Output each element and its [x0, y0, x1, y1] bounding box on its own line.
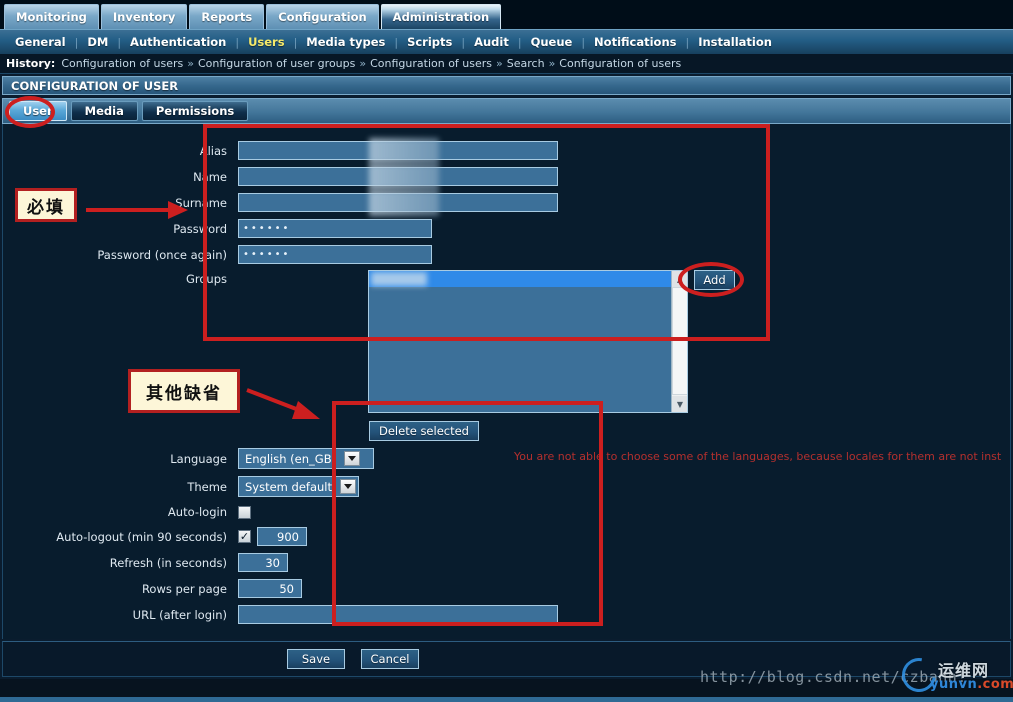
label-language: Language — [170, 451, 227, 466]
breadcrumb-item[interactable]: Search — [507, 57, 545, 70]
theme-select[interactable]: System default — [238, 476, 360, 497]
auto-logout-checkbox[interactable]: ✓ — [238, 530, 251, 543]
chevron-down-icon[interactable] — [340, 479, 357, 494]
watermark-logo-en-tld: com — [982, 677, 1013, 692]
password-again-input[interactable]: •••••• — [238, 245, 432, 264]
scrollbar-thumb[interactable] — [672, 287, 687, 395]
tab-bar: User Media Permissions — [2, 98, 1011, 124]
surname-input[interactable] — [238, 193, 558, 212]
label-auto-login: Auto-login — [167, 505, 227, 519]
cancel-button[interactable]: Cancel — [361, 649, 419, 669]
breadcrumb-item[interactable]: Configuration of users — [61, 57, 183, 70]
tab-permissions[interactable]: Permissions — [141, 101, 249, 121]
subnav-item-users[interactable]: Users — [239, 35, 294, 49]
alias-input[interactable] — [238, 141, 558, 160]
breadcrumb-item[interactable]: Configuration of users — [559, 57, 681, 70]
field-row-alias: Alias — [3, 141, 558, 160]
rows-per-page-input[interactable] — [238, 579, 302, 598]
breadcrumb-separator-icon: » — [359, 57, 367, 70]
nav-item-inventory[interactable]: Inventory — [100, 4, 188, 29]
subnav-item-dm[interactable]: DM — [78, 35, 117, 49]
breadcrumb: History: Configuration of users » Config… — [0, 54, 1013, 74]
label-refresh: Refresh (in seconds) — [109, 555, 227, 570]
subnav-item-queue[interactable]: Queue — [522, 35, 582, 49]
field-row-name: Name — [3, 167, 558, 186]
groups-listbox[interactable]: ▲ ▼ — [368, 270, 688, 413]
breadcrumb-item[interactable]: Configuration of users — [370, 57, 492, 70]
watermark-logo-en-main: yunvn — [930, 677, 978, 692]
subnav-item-notifications[interactable]: Notifications — [585, 35, 685, 49]
delete-selected-button[interactable]: Delete selected — [369, 421, 479, 441]
subnav-item-installation[interactable]: Installation — [689, 35, 781, 49]
app-window: Monitoring Inventory Reports Configurati… — [0, 0, 1013, 702]
field-row-theme: Theme System default — [3, 476, 360, 497]
page-title: CONFIGURATION OF USER — [2, 76, 1011, 95]
groups-scrollbar[interactable]: ▲ ▼ — [671, 271, 687, 412]
nav-item-configuration[interactable]: Configuration — [266, 4, 379, 29]
label-name: Name — [193, 169, 227, 184]
main-navigation: Monitoring Inventory Reports Configurati… — [0, 0, 1013, 29]
label-groups: Groups — [185, 272, 227, 286]
watermark-logo-en: yunvn.com — [930, 677, 1013, 692]
auto-logout-input[interactable] — [257, 527, 307, 546]
breadcrumb-separator-icon: » — [496, 57, 503, 70]
breadcrumb-label: History: — [6, 57, 56, 70]
label-password-again: Password (once again) — [97, 247, 227, 262]
subnav-item-media-types[interactable]: Media types — [297, 35, 394, 49]
subnav-item-general[interactable]: General — [6, 35, 75, 49]
add-group-button[interactable]: Add — [694, 270, 735, 290]
subnav-item-scripts[interactable]: Scripts — [398, 35, 461, 49]
scroll-up-icon[interactable]: ▲ — [672, 271, 687, 287]
save-button[interactable]: Save — [287, 649, 345, 669]
chevron-down-icon[interactable] — [344, 451, 361, 466]
label-password: Password — [173, 221, 227, 236]
refresh-input[interactable] — [238, 553, 288, 572]
label-alias: Alias — [199, 143, 227, 158]
tab-user[interactable]: User — [9, 101, 67, 121]
field-row-rows-per-page: Rows per page — [3, 579, 302, 598]
auto-login-checkbox[interactable] — [238, 505, 251, 519]
name-input[interactable] — [238, 167, 558, 186]
field-row-auto-login: Auto-login — [3, 505, 251, 519]
label-auto-logout: Auto-logout (min 90 seconds) — [56, 529, 227, 544]
breadcrumb-separator-icon: » — [187, 57, 194, 70]
nav-item-reports[interactable]: Reports — [189, 4, 265, 29]
field-row-refresh: Refresh (in seconds) — [3, 553, 288, 572]
label-rows-per-page: Rows per page — [141, 581, 227, 596]
field-row-surname: Surname — [3, 193, 558, 212]
field-row-groups: Groups — [3, 272, 238, 286]
breadcrumb-item[interactable]: Configuration of user groups — [198, 57, 355, 70]
groups-item-redaction-overlay — [371, 272, 427, 286]
scroll-down-icon[interactable]: ▼ — [672, 396, 687, 412]
subnav-item-authentication[interactable]: Authentication — [121, 35, 235, 49]
field-row-auto-logout: Auto-logout (min 90 seconds) ✓ — [3, 527, 307, 546]
watermark-logo: 运维网 yunvn.com — [895, 651, 1013, 699]
label-theme: Theme — [187, 479, 227, 494]
page-bottom-accent — [0, 697, 1013, 702]
nav-item-administration[interactable]: Administration — [380, 4, 502, 29]
tab-media[interactable]: Media — [70, 101, 138, 121]
language-warning-text: You are not able to choose some of the l… — [514, 450, 1002, 463]
nav-item-monitoring[interactable]: Monitoring — [4, 4, 99, 29]
theme-select-value: System default — [245, 479, 333, 494]
breadcrumb-separator-icon: » — [548, 57, 556, 70]
sub-navigation: General | DM | Authentication | Users | … — [0, 29, 1013, 54]
groups-list-item[interactable] — [369, 271, 687, 287]
field-row-language: Language English (en_GB) — [3, 448, 374, 469]
url-after-login-input[interactable] — [238, 605, 558, 624]
field-row-password-again: Password (once again) •••••• — [3, 245, 432, 264]
subnav-item-audit[interactable]: Audit — [465, 35, 518, 49]
annotation-note-required: 必填 — [15, 188, 77, 222]
language-select-value: English (en_GB) — [245, 451, 337, 466]
language-select[interactable]: English (en_GB) — [238, 448, 374, 469]
annotation-note-defaults: 其他缺省 — [128, 369, 240, 413]
password-input[interactable]: •••••• — [238, 219, 432, 238]
label-url-after-login: URL (after login) — [132, 607, 227, 622]
field-row-url-after-login: URL (after login) — [3, 605, 558, 624]
